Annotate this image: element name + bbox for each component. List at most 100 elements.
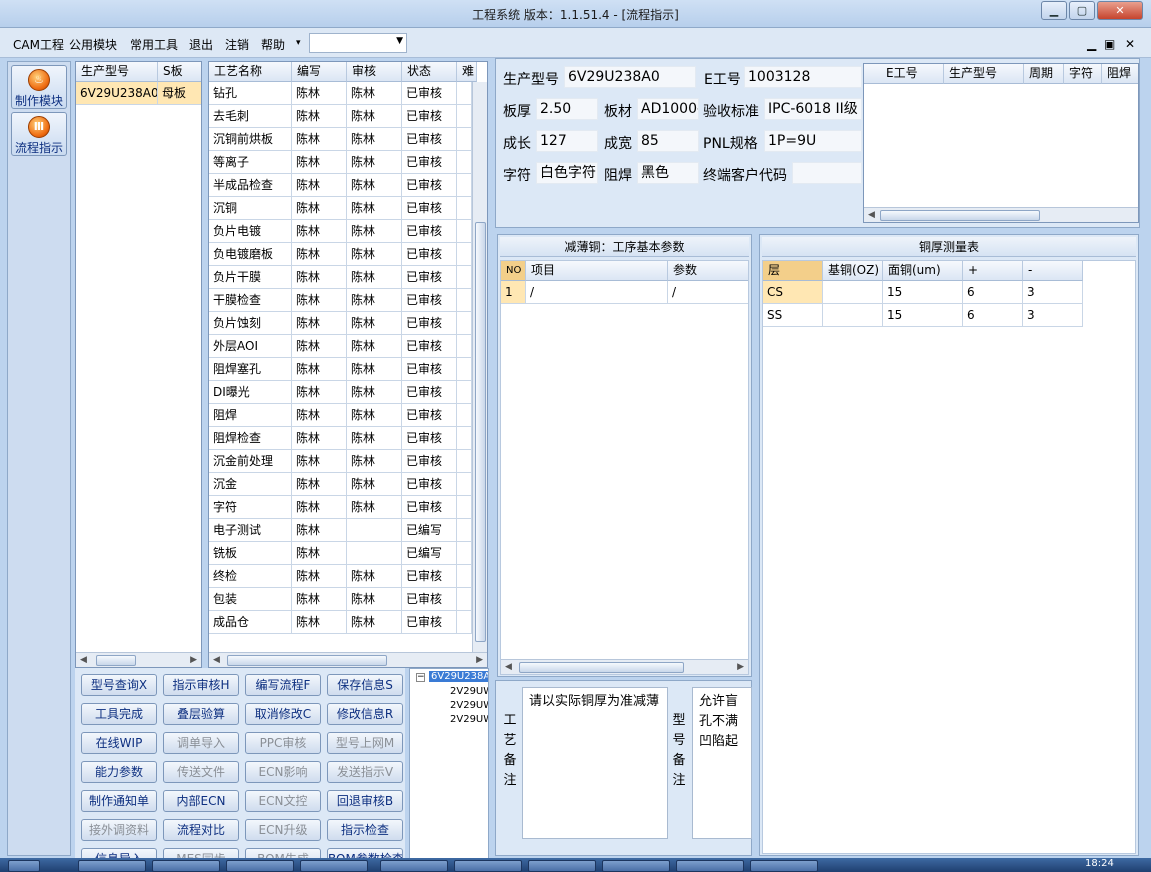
action-button[interactable]: 工具完成 — [81, 703, 157, 725]
taskbar-item[interactable] — [676, 860, 744, 872]
scroll-left-icon[interactable]: ◀ — [868, 208, 875, 222]
column-header[interactable]: 项目 — [526, 261, 668, 281]
taskbar-item[interactable] — [528, 860, 596, 872]
action-button[interactable]: 制作通知单 — [81, 790, 157, 812]
tree-collapse-icon[interactable]: − — [416, 673, 425, 682]
taskbar-item[interactable] — [152, 860, 220, 872]
column-header[interactable]: 阻焊 — [1102, 64, 1138, 84]
nav-make-module[interactable]: ♨ 制作模块 — [11, 65, 67, 109]
action-button[interactable]: 保存信息S — [327, 674, 403, 696]
material-field[interactable]: AD1000- — [637, 98, 699, 120]
action-button[interactable]: 传送文件 — [163, 761, 239, 783]
action-button[interactable]: 编写流程F — [245, 674, 321, 696]
column-header[interactable]: 参数 — [668, 261, 748, 281]
scroll-left-icon[interactable]: ◀ — [80, 653, 87, 667]
column-header[interactable]: NO — [501, 261, 526, 281]
close-button[interactable]: ✕ — [1097, 1, 1143, 20]
column-header[interactable]: 层 — [763, 261, 823, 281]
tree-root-node[interactable]: 6V29U238A0 — [429, 671, 488, 682]
action-button[interactable]: PPC审核 — [245, 732, 321, 754]
minimize-button[interactable]: ▁ — [1041, 1, 1067, 20]
horizontal-scrollbar[interactable]: ◀ ▶ — [76, 652, 201, 667]
scroll-thumb[interactable] — [96, 655, 136, 666]
column-header[interactable]: 工艺名称 — [209, 62, 292, 82]
action-button[interactable]: 调单导入 — [163, 732, 239, 754]
column-header[interactable]: S板 — [158, 62, 201, 82]
tree-child-node[interactable]: 2V29UW — [450, 686, 488, 697]
prod-model-field[interactable]: 6V29U238A0 — [564, 66, 696, 88]
scroll-right-icon[interactable]: ▶ — [737, 660, 744, 674]
scroll-thumb[interactable] — [880, 210, 1040, 221]
menu-logout[interactable]: 注销 — [225, 36, 249, 53]
scroll-right-icon[interactable]: ▶ — [190, 653, 197, 667]
nav-flow-indicator[interactable]: Ⅲ 流程指示 — [11, 112, 67, 156]
thickness-field[interactable]: 2.50 — [536, 98, 598, 120]
scroll-left-icon[interactable]: ◀ — [505, 660, 512, 674]
action-button[interactable]: ECN升级 — [245, 819, 321, 841]
length-field[interactable]: 127 — [536, 130, 598, 152]
taskbar-item[interactable] — [78, 860, 146, 872]
action-button[interactable]: 内部ECN — [163, 790, 239, 812]
horizontal-scrollbar[interactable]: ◀ — [864, 207, 1138, 222]
char-field[interactable]: 白色字符 — [536, 162, 598, 184]
column-header[interactable]: 周期 — [1024, 64, 1064, 84]
menu-help[interactable]: 帮助 — [261, 36, 285, 53]
action-button[interactable]: 型号上网M — [327, 732, 403, 754]
width-field[interactable]: 85 — [637, 130, 699, 152]
tree-child-node[interactable]: 2V29UW — [450, 700, 488, 711]
column-header[interactable]: 难 — [457, 62, 477, 82]
mdi-close-icon[interactable]: ✕ — [1125, 37, 1135, 51]
action-button[interactable]: 修改信息R — [327, 703, 403, 725]
e-no-field[interactable]: 1003128 — [744, 66, 862, 88]
taskbar-item[interactable] — [750, 860, 818, 872]
menu-common-tools[interactable]: 常用工具 — [130, 36, 178, 53]
mask-field[interactable]: 黑色 — [637, 162, 699, 184]
menu-overflow-icon[interactable]: ▾ — [296, 38, 301, 48]
mdi-restore-icon[interactable]: ▣ — [1104, 37, 1115, 51]
scroll-left-icon[interactable]: ◀ — [213, 653, 220, 667]
column-header[interactable]: 状态 — [402, 62, 457, 82]
horizontal-scrollbar[interactable]: ◀ ▶ — [209, 652, 487, 667]
column-header[interactable]: 字符 — [1064, 64, 1102, 84]
action-button[interactable]: 取消修改C — [245, 703, 321, 725]
action-button[interactable]: 能力参数 — [81, 761, 157, 783]
scroll-thumb[interactable] — [519, 662, 684, 673]
pnl-field[interactable]: 1P=9U — [764, 130, 862, 152]
column-header[interactable]: 生产型号 — [944, 64, 1024, 84]
end-customer-field[interactable] — [792, 162, 862, 184]
action-button[interactable]: 接外调资料 — [81, 819, 157, 841]
menu-combo-box[interactable]: ▼ — [309, 33, 407, 53]
scroll-thumb[interactable] — [475, 222, 486, 642]
start-button[interactable] — [8, 860, 40, 872]
column-header[interactable]: 编写 — [292, 62, 347, 82]
taskbar-item[interactable] — [300, 860, 368, 872]
column-header[interactable]: E工号 — [864, 64, 944, 84]
action-button[interactable]: ECN文控 — [245, 790, 321, 812]
action-button[interactable]: 指示审核H — [163, 674, 239, 696]
action-button[interactable]: 型号查询X — [81, 674, 157, 696]
horizontal-scrollbar[interactable]: ◀ ▶ — [501, 659, 748, 674]
action-button[interactable]: ECN影响 — [245, 761, 321, 783]
vertical-scrollbar[interactable] — [472, 82, 487, 652]
action-button[interactable]: 在线WIP — [81, 732, 157, 754]
tree-child-node[interactable]: 2V29UW — [450, 714, 488, 725]
menu-cam[interactable]: CAM工程 — [13, 36, 64, 53]
mdi-minimize-icon[interactable]: ▁ — [1087, 37, 1096, 51]
scroll-thumb[interactable] — [227, 655, 387, 666]
taskbar-item[interactable] — [454, 860, 522, 872]
column-header[interactable]: 面铜(um) — [883, 261, 963, 281]
action-button[interactable]: 发送指示V — [327, 761, 403, 783]
column-header[interactable]: - — [1023, 261, 1083, 281]
menu-public-module[interactable]: 公用模块 — [69, 36, 117, 53]
menu-exit[interactable]: 退出 — [189, 36, 213, 53]
standard-field[interactable]: IPC-6018 II级 — [764, 98, 862, 120]
process-remark-text[interactable]: 请以实际铜厚为准减薄 — [522, 687, 668, 839]
column-header[interactable]: 生产型号 — [76, 62, 158, 82]
scroll-right-icon[interactable]: ▶ — [476, 653, 483, 667]
maximize-button[interactable]: ▢ — [1069, 1, 1095, 20]
action-button[interactable]: 流程对比 — [163, 819, 239, 841]
taskbar-item[interactable] — [226, 860, 294, 872]
taskbar-item[interactable] — [380, 860, 448, 872]
action-button[interactable]: 指示检查 — [327, 819, 403, 841]
taskbar-item[interactable] — [602, 860, 670, 872]
